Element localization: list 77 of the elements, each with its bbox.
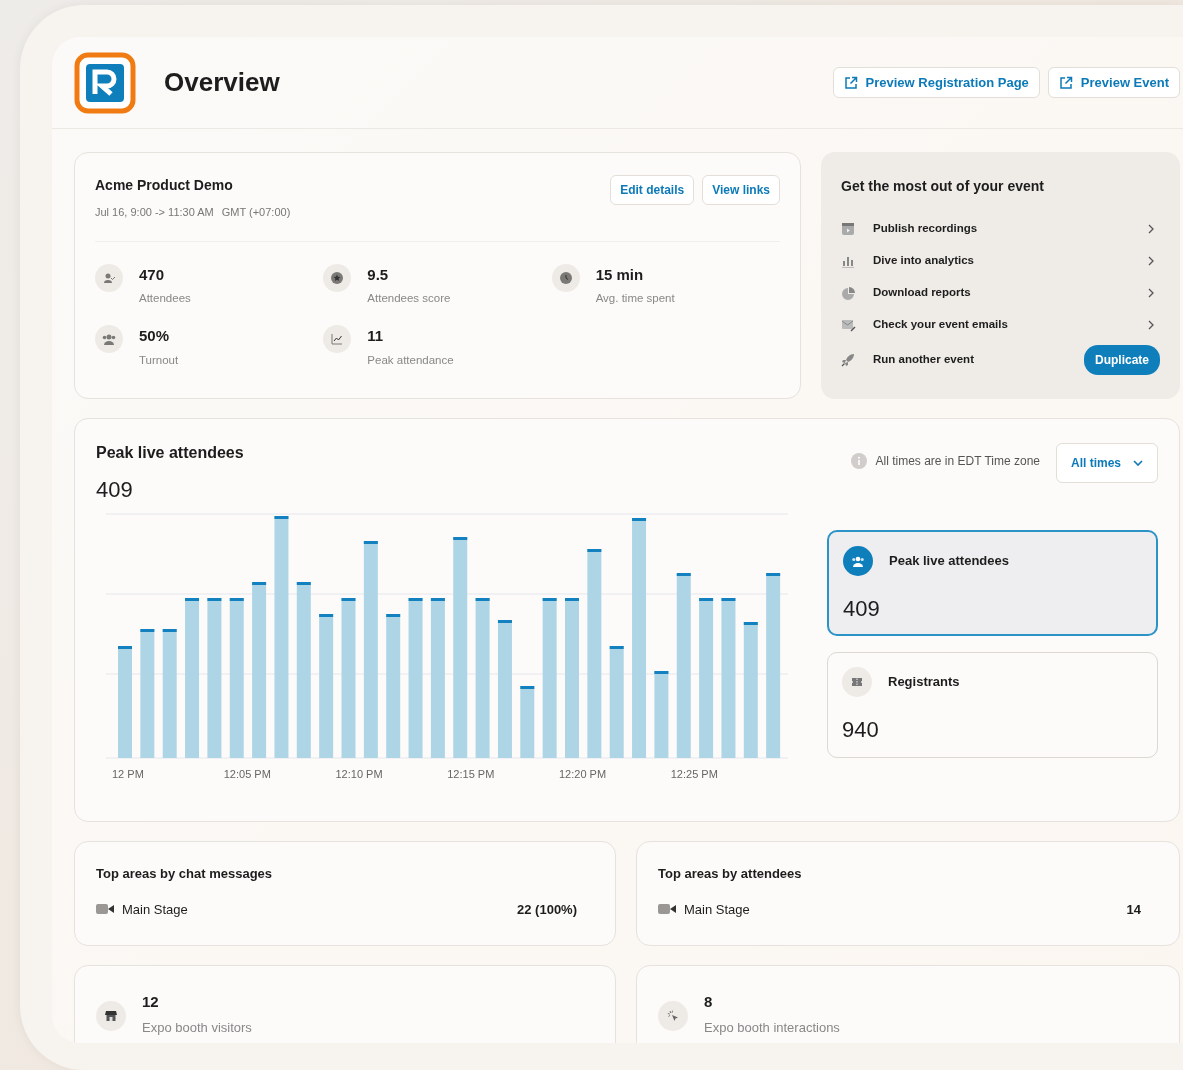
stat-label: Expo booth visitors [142,1018,252,1037]
person-check-icon [103,271,115,284]
stat-label: Expo booth interactions [704,1018,840,1037]
area-value: 22 (100%) [517,900,577,919]
tip-link[interactable]: Check your event emails [873,316,1008,334]
stat-value: 12 [142,992,160,1012]
bar-chart-icon [841,254,855,268]
axis-label: 12:20 PM [559,768,607,778]
tip-link[interactable]: Dive into analytics [873,252,974,270]
page-title: Overview [164,66,280,99]
star-badge-icon [331,271,344,284]
action-button[interactable]: Edit details [610,175,695,205]
axis-label: 12:05 PM [223,768,271,778]
chevron-right-icon [1148,256,1154,266]
chart-value: 409 [96,476,134,504]
axis-label: 12:10 PM [335,768,383,778]
event-date: Jul 16, 9:00 -> 11:30 AM [95,205,214,220]
area-title: Top areas by chat messages [96,865,274,883]
bar [520,686,535,758]
chevron-right-icon [1148,288,1154,298]
area-title: Top areas by attendees [658,865,803,883]
preview-button[interactable]: Preview Event [1047,66,1180,99]
stat-label: Attendees [139,291,191,306]
line-chart-icon [331,333,344,346]
envelope-pen-icon [841,318,856,332]
range-select[interactable]: All times [1056,443,1158,483]
stat-value: 11 [367,326,385,347]
area-name: Main Stage [684,900,750,919]
group-icon [102,333,116,346]
duplicate-button[interactable]: Duplicate [1084,345,1160,375]
preview-button[interactable]: Preview Registration Page [832,66,1040,99]
metric-card[interactable]: Registrants 940 [827,652,1158,758]
stat-label: Attendees score [367,291,451,306]
clock-icon [559,271,572,284]
event-timezone: GMT (+07:00) [221,205,291,220]
event-name: Acme Product Demo [95,176,234,195]
logo-icon [74,51,136,114]
axis-label: 12 PM [112,768,144,778]
axis-label: 12:25 PM [670,768,718,778]
action-button[interactable]: View links [702,175,780,205]
area-value: 14 [1126,900,1141,919]
metric-value: 940 [842,716,880,744]
tip-link[interactable]: Download reports [873,284,971,302]
stat-value: 8 [704,992,714,1012]
pointer-click-icon [667,1010,679,1022]
external-link-icon [843,75,858,90]
stat-value: 15 min [595,264,645,285]
chevron-right-icon [1148,224,1154,234]
stat-value: 9.5 [367,264,390,285]
info-icon [851,453,868,469]
video-camera-icon [658,903,676,916]
people-icon [851,555,865,567]
storefront-icon [105,1010,117,1022]
metric-label: Peak live attendees [889,552,1009,571]
stat-value: 470 [139,264,166,285]
pie-chart-icon [841,286,855,300]
area-name: Main Stage [122,900,188,919]
tips-title: Get the most out of your event [841,177,1045,196]
video-camera-icon [96,903,114,916]
chart-title: Peak live attendees [96,443,244,463]
calendar-play-icon [841,222,855,236]
timezone-note: All times are in EDT Time zone [875,453,1040,470]
metric-label: Registrants [888,673,960,692]
stat-label: Peak attendance [367,352,454,368]
metric-card[interactable]: Peak live attendees 409 [827,530,1158,636]
tip-link[interactable]: Publish recordings [873,220,978,238]
stat-value: 50% [139,326,171,347]
external-link-icon [1058,75,1073,90]
ticket-icon [851,676,863,688]
rocket-icon [841,353,855,367]
metric-value: 409 [843,595,881,623]
chevron-right-icon [1148,320,1154,330]
chevron-down-icon [1133,460,1143,466]
axis-label: 12:15 PM [447,768,495,778]
tip-link[interactable]: Run another event [873,351,974,369]
stat-label: Turnout [139,352,179,368]
stat-label: Avg. time spent [595,291,675,306]
